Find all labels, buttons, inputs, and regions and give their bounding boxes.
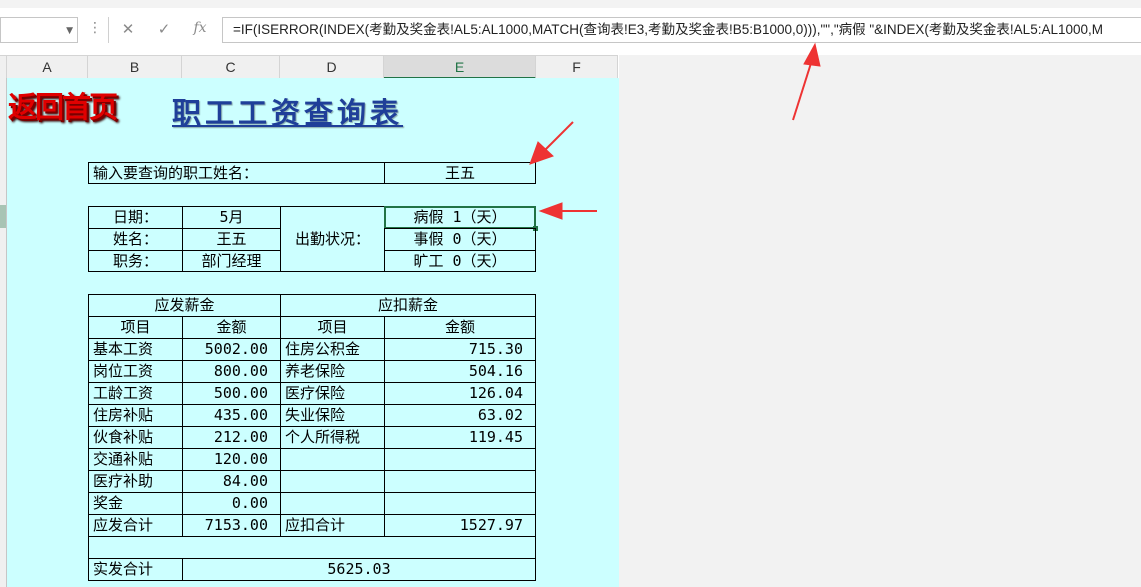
query-arrow-icon: [544, 121, 574, 151]
arrowhead-icon: [803, 42, 821, 67]
annotation-arrows: [529, 42, 821, 220]
formula-arrow-icon: [792, 59, 813, 121]
arrowhead-icon: [538, 202, 563, 220]
